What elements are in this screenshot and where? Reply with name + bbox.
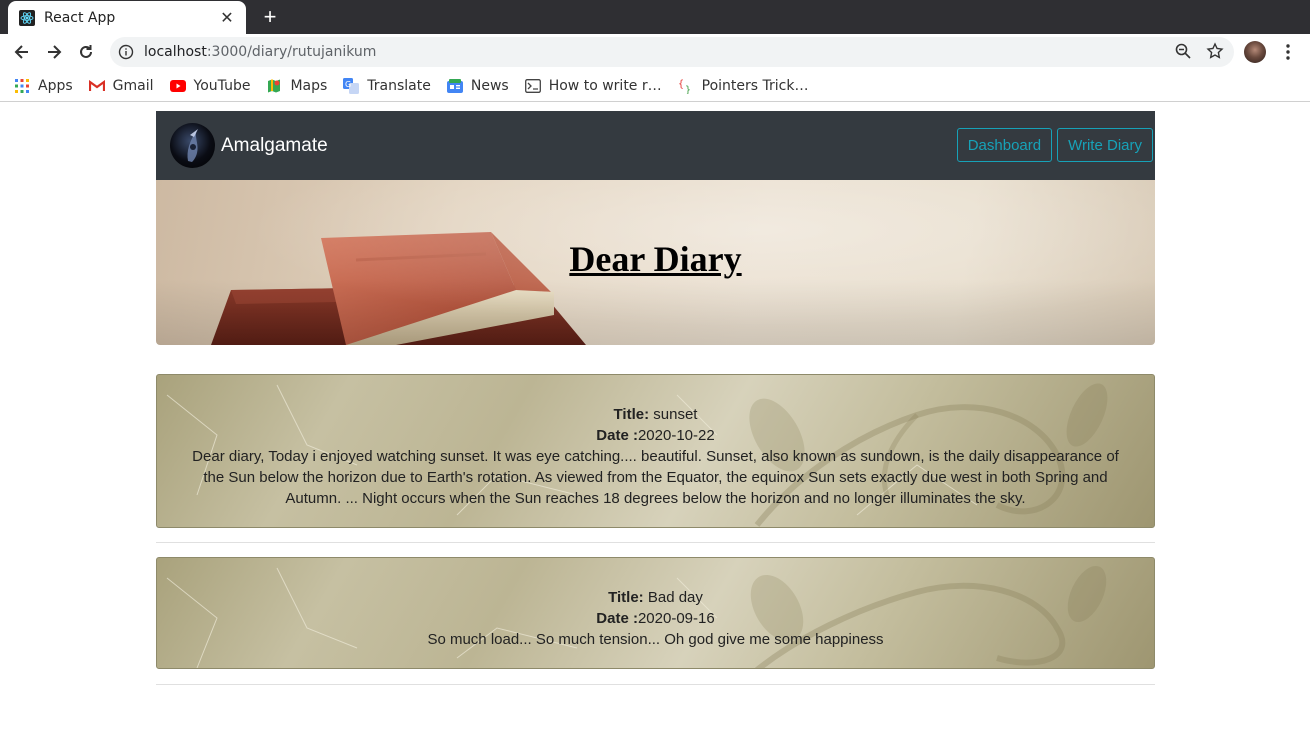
entry-date-line: Date :2020-10-22	[181, 425, 1130, 446]
url-text: localhost:3000/diary/rutujanikum	[144, 44, 376, 60]
entry-title-label: Title:	[613, 406, 650, 423]
bookmark-label: Apps	[38, 77, 73, 94]
bookmark-pointers[interactable]: {} Pointers Trick…	[678, 78, 809, 94]
entry-date-label: Date :	[596, 610, 638, 627]
entry-title: Bad day	[647, 589, 703, 606]
url-host: localhost	[144, 44, 207, 60]
url-path: :3000/diary/rutujanikum	[206, 44, 377, 60]
entry-title-line: Title: Bad day	[181, 587, 1130, 608]
entry-date-label: Date :	[596, 427, 638, 444]
menu-dots-icon[interactable]	[1280, 42, 1296, 62]
entry-content: Title: Bad day Date :2020-09-16 So much …	[157, 558, 1154, 650]
forward-icon[interactable]	[38, 36, 70, 68]
terminal-icon	[524, 78, 541, 94]
info-icon[interactable]	[118, 44, 134, 60]
page-title: Dear Diary	[569, 239, 742, 279]
svg-text:}: }	[685, 85, 691, 94]
bookmark-label: How to write r…	[548, 77, 662, 94]
svg-text:{: {	[678, 79, 684, 90]
entry-date: 2020-09-16	[637, 610, 715, 627]
entry-divider	[156, 542, 1155, 543]
bookmark-youtube[interactable]: YouTube	[169, 77, 251, 94]
bookmark-label: News	[470, 77, 509, 94]
entry-title-line: Title: sunset	[181, 404, 1130, 425]
entry-title-label: Title:	[608, 589, 644, 606]
bookmark-apps[interactable]: Apps	[14, 78, 73, 94]
omnibox-actions	[1174, 42, 1224, 65]
entry-date: 2020-10-22	[637, 427, 715, 444]
hero-banner: Dear Diary	[156, 180, 1155, 345]
react-icon	[18, 9, 36, 27]
entry-date-line: Date :2020-09-16	[181, 608, 1130, 629]
maps-icon	[266, 78, 282, 94]
bookmark-translate[interactable]: G Translate	[343, 77, 431, 94]
bookmark-label: Translate	[367, 77, 431, 94]
zoom-icon[interactable]	[1174, 42, 1192, 65]
bookmark-label: Maps	[290, 77, 328, 94]
bookmark-how-to-write[interactable]: How to write r…	[524, 77, 662, 94]
browser-tabstrip: React App ✕ +	[0, 0, 1310, 34]
braces-icon: {}	[678, 78, 694, 94]
entry-divider	[156, 684, 1155, 685]
bookmark-maps[interactable]: Maps	[266, 78, 327, 94]
diary-entry: Title: Bad day Date :2020-09-16 So much …	[156, 557, 1155, 669]
bookmark-label: Pointers Trick…	[701, 77, 809, 94]
write-diary-button[interactable]: Write Diary	[1057, 128, 1153, 162]
reload-icon[interactable]	[70, 36, 102, 68]
brand-logo[interactable]	[170, 123, 215, 168]
bookmark-label: YouTube	[193, 77, 251, 94]
svg-text:G: G	[345, 80, 351, 89]
bookmark-gmail[interactable]: Gmail	[88, 77, 154, 94]
apps-grid-icon	[14, 78, 30, 94]
browser-toolbar: localhost:3000/diary/rutujanikum	[0, 34, 1310, 70]
site-navbar: Amalgamate Dashboard Write Diary	[156, 111, 1155, 180]
back-icon[interactable]	[6, 36, 38, 68]
address-bar[interactable]: localhost:3000/diary/rutujanikum	[110, 37, 1234, 67]
nav-buttons: Dashboard Write Diary	[956, 128, 1153, 162]
dashboard-button[interactable]: Dashboard	[956, 128, 1053, 162]
translate-icon: G	[343, 77, 360, 94]
star-icon[interactable]	[1206, 42, 1224, 65]
gmail-icon	[88, 78, 105, 94]
bookmark-news[interactable]: News	[446, 77, 509, 94]
bookmarks-bar: Apps Gmail YouTube Maps G Translate News	[0, 70, 1310, 102]
entry-title: sunset	[653, 406, 698, 423]
diary-entry: Title: sunset Date :2020-10-22 Dear diar…	[156, 374, 1155, 528]
entry-body: So much load... So much tension... Oh go…	[427, 631, 884, 648]
tab-title: React App	[44, 9, 116, 26]
browser-tab[interactable]: React App ✕	[8, 1, 246, 34]
brand-name[interactable]: Amalgamate	[221, 135, 328, 157]
bookmark-label: Gmail	[112, 77, 154, 94]
entry-content: Title: sunset Date :2020-10-22 Dear diar…	[157, 375, 1154, 509]
close-icon[interactable]: ✕	[218, 8, 236, 28]
profile-avatar[interactable]	[1244, 41, 1266, 63]
entry-body: Dear diary, Today i enjoyed watching sun…	[192, 448, 1119, 507]
youtube-icon	[169, 78, 186, 94]
new-tab-icon[interactable]: +	[256, 4, 284, 30]
news-icon	[446, 78, 463, 94]
